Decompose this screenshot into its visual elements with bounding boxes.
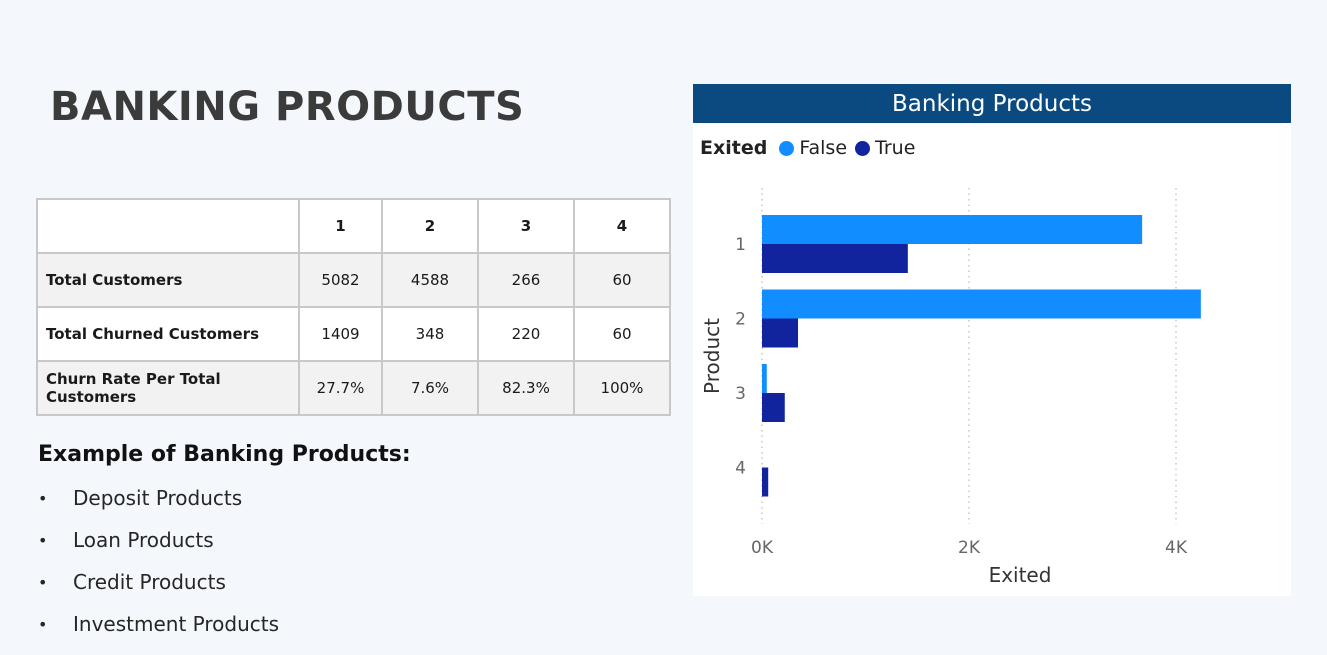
y-tick-label: 3 bbox=[735, 384, 746, 404]
table-cell: 266 bbox=[477, 252, 575, 308]
list-item: • Deposit Products bbox=[38, 486, 279, 528]
table-cell: 82.3% bbox=[477, 360, 575, 416]
x-tick-label: 4K bbox=[1165, 538, 1188, 558]
bar bbox=[762, 318, 799, 348]
bullet-icon: • bbox=[38, 615, 48, 634]
table-cell: 60 bbox=[573, 252, 671, 308]
bullet-icon: • bbox=[38, 489, 48, 508]
table-header-cell: 3 bbox=[477, 198, 575, 254]
row-label: Total Customers bbox=[36, 252, 300, 308]
table-header-cell: 4 bbox=[573, 198, 671, 254]
table-header-cell: 1 bbox=[298, 198, 383, 254]
table-cell: 7.6% bbox=[381, 360, 479, 416]
list-item-label: Credit Products bbox=[73, 570, 226, 594]
table-header-row: 1 2 3 4 bbox=[36, 198, 671, 254]
x-tick-label: 0K bbox=[751, 538, 774, 558]
table-header-cell: 2 bbox=[381, 198, 479, 254]
list-item: • Loan Products bbox=[38, 528, 279, 570]
y-tick-label: 2 bbox=[735, 310, 746, 330]
table-row: Total Customers 5082 4588 266 60 bbox=[36, 252, 671, 308]
bar bbox=[762, 215, 1143, 244]
list-item-label: Deposit Products bbox=[73, 486, 243, 510]
page-title: BANKING PRODUCTS bbox=[50, 84, 525, 130]
table-row: Churn Rate Per Total Customers 27.7% 7.6… bbox=[36, 360, 671, 416]
x-tick-label: 2K bbox=[958, 538, 981, 558]
table-cell: 220 bbox=[477, 306, 575, 362]
table-cell: 1409 bbox=[298, 306, 383, 362]
bar bbox=[762, 393, 785, 422]
bar bbox=[762, 289, 1201, 319]
examples-list: • Deposit Products • Loan Products • Credit… bbox=[38, 486, 279, 654]
table-row: Total Churned Customers 1409 348 220 60 bbox=[36, 306, 671, 362]
bullet-icon: • bbox=[38, 531, 48, 550]
row-label: Total Churned Customers bbox=[36, 306, 300, 362]
list-item: • Credit Products bbox=[38, 570, 279, 612]
y-tick-label: 1 bbox=[735, 235, 746, 255]
list-item-label: Investment Products bbox=[73, 612, 279, 636]
bar-chart-plot: 0K 2K 4K 1 2 3 4 Exited Product bbox=[700, 188, 1201, 587]
table-cell: 348 bbox=[381, 306, 479, 362]
bar bbox=[762, 364, 767, 393]
chart-card: Banking Products Exited False True 0K 2K 4… bbox=[693, 84, 1291, 596]
table-header-cell bbox=[36, 198, 300, 254]
examples-heading: Example of Banking Products: bbox=[38, 442, 411, 467]
table-cell: 27.7% bbox=[298, 360, 383, 416]
product-summary-table: 1 2 3 4 Total Customers 5082 4588 266 60… bbox=[36, 198, 671, 416]
table-cell: 60 bbox=[573, 306, 671, 362]
table-cell: 5082 bbox=[298, 252, 383, 308]
list-item-label: Loan Products bbox=[73, 528, 214, 552]
bar bbox=[762, 467, 769, 497]
y-tick-label: 4 bbox=[735, 459, 746, 479]
y-axis-title: Product bbox=[700, 318, 724, 394]
table-cell: 100% bbox=[573, 360, 671, 416]
list-item: • Investment Products bbox=[38, 612, 279, 654]
bar bbox=[762, 244, 908, 273]
bullet-icon: • bbox=[38, 573, 48, 592]
table-cell: 4588 bbox=[381, 252, 479, 308]
x-axis-title: Exited bbox=[989, 563, 1052, 587]
row-label: Churn Rate Per Total Customers bbox=[36, 360, 300, 416]
